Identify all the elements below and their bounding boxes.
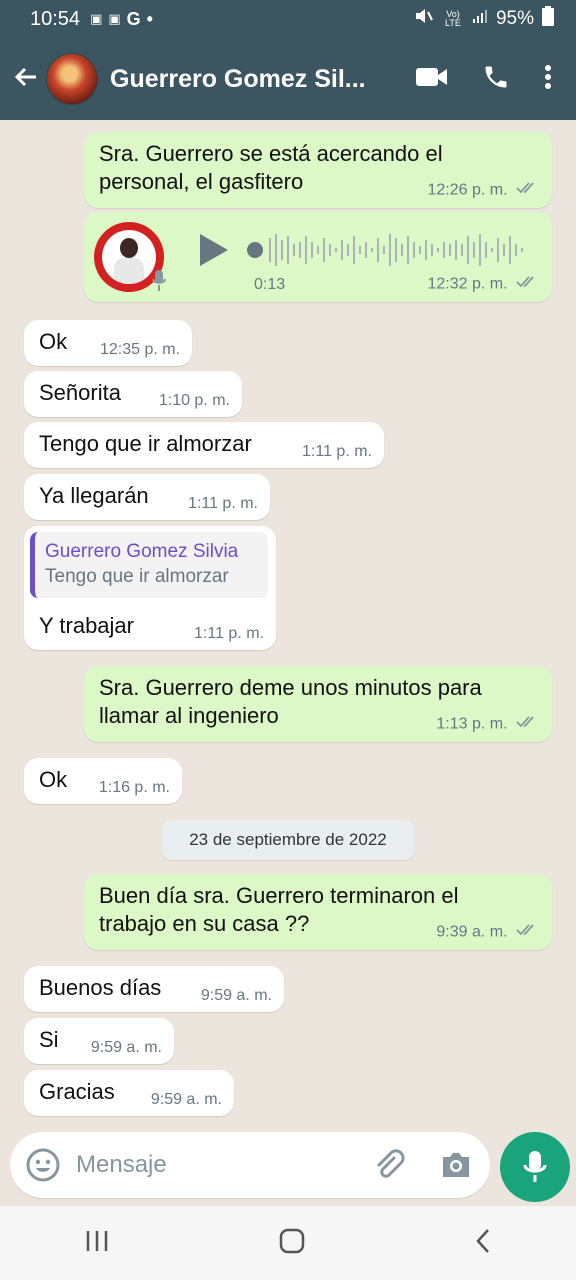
message-text: Si [39, 1027, 59, 1052]
message-time: 12:32 p. m. [427, 275, 508, 293]
paperclip-icon[interactable] [372, 1148, 406, 1182]
message-incoming[interactable]: Si 9:59 a. m. [24, 1018, 174, 1064]
chat-area[interactable]: Sra. Guerrero se está acercando el perso… [0, 120, 576, 1130]
contact-name[interactable]: Guerrero Gomez Sil... [110, 65, 380, 94]
double-check-icon [516, 715, 540, 734]
video-call-icon[interactable] [416, 66, 448, 93]
network-label: Vo) LTE [445, 9, 461, 28]
message-incoming-reply[interactable]: Guerrero Gomez Silvia Tengo que ir almor… [24, 526, 276, 650]
message-text: Buenos días [39, 975, 162, 1000]
emoji-icon[interactable] [26, 1148, 60, 1182]
message-incoming[interactable]: Ya llegarán 1:11 p. m. [24, 474, 270, 520]
mic-small-icon [152, 270, 166, 298]
message-meta: 9:39 a. m. [436, 923, 540, 942]
signal-icon [472, 8, 488, 30]
waveform[interactable] [246, 230, 536, 276]
double-check-icon [516, 181, 540, 200]
voice-message[interactable]: 0:13 12:32 p. m. [84, 212, 552, 302]
quoted-text: Tengo que ir almorzar [45, 566, 229, 587]
message-outgoing[interactable]: Buen día sra. Guerrero terminaron el tra… [84, 874, 552, 950]
status-time: 10:54 [30, 7, 81, 30]
message-outgoing[interactable]: Sra. Guerrero se está acercando el perso… [84, 132, 552, 208]
battery-icon [542, 6, 554, 32]
chat-header: Guerrero Gomez Sil... [0, 38, 576, 120]
back-nav-icon[interactable] [474, 1227, 492, 1260]
message-incoming[interactable]: Ok 1:16 p. m. [24, 758, 182, 804]
message-incoming[interactable]: Buenos días 9:59 a. m. [24, 966, 284, 1012]
status-bar: 10:54 ▣ ▣ G • Vo) LTE 95% [0, 0, 576, 38]
message-time: 12:35 p. m. [99, 341, 180, 358]
message-incoming[interactable]: Ok 12:35 p. m. [24, 320, 192, 366]
message-meta: 12:26 p. m. [428, 181, 541, 200]
quoted-sender: Guerrero Gomez Silvia [45, 541, 239, 562]
message-placeholder: Mensaje [76, 1151, 167, 1178]
message-text: Señorita [39, 380, 121, 405]
back-button[interactable] [4, 38, 48, 120]
message-text: Ok [39, 329, 68, 354]
more-vert-icon[interactable] [544, 64, 552, 95]
message-time: 9:59 a. m. [90, 1039, 162, 1056]
mute-icon [414, 7, 434, 31]
message-time: 1:13 p. m. [436, 715, 508, 733]
message-meta: 12:32 p. m. [428, 275, 541, 294]
message-time: 9:39 a. m. [436, 923, 508, 941]
notification-icon-1: ▣ [90, 11, 103, 26]
phone-icon[interactable] [482, 63, 510, 96]
contact-avatar[interactable] [46, 53, 98, 105]
date-divider: 23 de septiembre de 2022 [162, 820, 414, 860]
notification-icon-2: ▣ [108, 11, 121, 26]
message-text: Ya llegarán [39, 483, 149, 508]
message-outgoing[interactable]: Sra. Guerrero deme unos minutos para lla… [84, 666, 552, 742]
notification-icons: ▣ ▣ G • [90, 9, 153, 30]
message-time: 9:59 a. m. [150, 1091, 222, 1108]
message-time: 1:11 p. m. [194, 625, 264, 642]
message-incoming[interactable]: Tengo que ir almorzar 1:11 p. m. [24, 422, 384, 468]
camera-icon[interactable] [440, 1151, 472, 1179]
message-text: Tengo que ir almorzar [39, 431, 252, 456]
system-navbar [0, 1206, 576, 1280]
message-text: Ok [39, 767, 68, 792]
play-icon[interactable] [198, 232, 230, 274]
message-incoming[interactable]: Gracias 9:59 a. m. [24, 1070, 234, 1116]
message-time: 1:16 p. m. [98, 779, 170, 796]
message-time: 1:11 p. m. [188, 495, 258, 512]
battery-percent: 95% [495, 8, 534, 29]
mic-button[interactable] [500, 1132, 570, 1202]
double-check-icon [516, 275, 540, 294]
notification-icon-3: G [126, 8, 141, 29]
composer: Mensaje [0, 1130, 576, 1206]
voice-duration: 0:13 [254, 276, 286, 293]
message-time: 1:10 p. m. [158, 392, 230, 409]
mic-icon [523, 1150, 547, 1184]
recent-apps-icon[interactable] [84, 1229, 110, 1258]
double-check-icon [516, 923, 540, 942]
message-text: Gracias [39, 1079, 115, 1104]
message-incoming[interactable]: Señorita 1:10 p. m. [24, 371, 242, 417]
message-input[interactable]: Mensaje [10, 1132, 490, 1198]
message-time: 9:59 a. m. [200, 987, 272, 1004]
message-text: Y trabajar [39, 613, 134, 638]
home-icon[interactable] [278, 1227, 306, 1260]
message-meta: 1:13 p. m. [436, 715, 540, 734]
quoted-message[interactable]: Guerrero Gomez Silvia Tengo que ir almor… [30, 532, 268, 598]
message-time: 12:26 p. m. [427, 181, 508, 199]
arrow-left-icon [12, 63, 40, 96]
notification-icon-4: • [146, 8, 153, 29]
message-time: 1:11 p. m. [302, 443, 372, 460]
